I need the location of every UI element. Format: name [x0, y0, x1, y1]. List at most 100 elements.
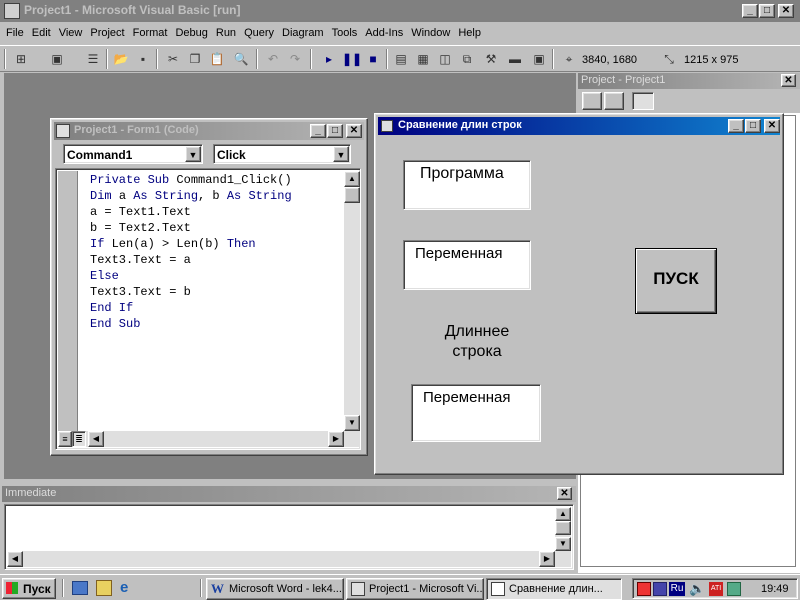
full-module-view-icon[interactable]: ≣: [72, 431, 86, 447]
scroll-left-icon[interactable]: ◀: [88, 431, 104, 447]
cut-icon[interactable]: ✂: [164, 50, 182, 68]
project-panel-title: Project - Project1: [581, 74, 666, 86]
view-code-icon[interactable]: [582, 92, 602, 110]
toolbox-icon[interactable]: ⚒: [482, 50, 500, 68]
scroll-right-icon[interactable]: ▶: [539, 551, 555, 567]
windows-logo-icon: [6, 582, 18, 594]
immediate-vscroll[interactable]: ▲ ▼: [555, 507, 571, 551]
find-icon[interactable]: 🔍: [232, 50, 250, 68]
menu-help[interactable]: Help: [454, 24, 485, 42]
text2-box[interactable]: Переменная: [403, 240, 531, 290]
scroll-up-icon[interactable]: ▲: [555, 507, 571, 521]
taskbar-item-label: Project1 - Microsoft Vi...: [369, 583, 484, 595]
quicklaunch-separator: [200, 579, 202, 597]
object-browser-icon[interactable]: ⧉: [458, 50, 476, 68]
form-minimize-button[interactable]: _: [728, 119, 744, 133]
proc-combo[interactable]: Click ▼: [213, 144, 351, 164]
menu-diagram[interactable]: Diagram: [278, 24, 328, 42]
immediate-hscroll[interactable]: ◀ ▶: [7, 551, 571, 567]
scroll-down-icon[interactable]: ▼: [344, 415, 360, 431]
form-layout-icon[interactable]: ◫: [436, 50, 454, 68]
data-view-icon[interactable]: ▬: [506, 50, 524, 68]
code-close-button[interactable]: ✕: [346, 124, 362, 138]
toggle-folders-icon[interactable]: [632, 92, 654, 110]
maximize-button[interactable]: □: [759, 4, 775, 18]
code-line: Else: [90, 269, 119, 283]
scroll-right-icon[interactable]: ▶: [328, 431, 344, 447]
form-close-button[interactable]: ✕: [764, 119, 780, 133]
chevron-down-icon[interactable]: ▼: [333, 146, 349, 162]
run-button[interactable]: ПУСК: [635, 248, 717, 314]
scroll-up-icon[interactable]: ▲: [344, 171, 360, 187]
code-text[interactable]: Private Sub Command1_Click() Dim a As St…: [90, 172, 344, 332]
start-button[interactable]: Пуск: [2, 578, 56, 599]
taskbar-item-vb[interactable]: Project1 - Microsoft Vi...: [346, 578, 484, 600]
code-line: Dim a As String, b As String: [90, 189, 292, 203]
project-panel-close-button[interactable]: ✕: [781, 74, 796, 87]
position-icon: ⌖: [565, 52, 573, 66]
object-combo[interactable]: Command1 ▼: [63, 144, 203, 164]
scroll-thumb[interactable]: [344, 187, 360, 203]
open-icon[interactable]: 📂: [112, 50, 130, 68]
project-explorer-icon[interactable]: ▤: [392, 50, 410, 68]
project-panel-title-bar: Project - Project1 ✕: [578, 73, 800, 89]
menu-add-ins[interactable]: Add-Ins: [361, 24, 407, 42]
break-icon[interactable]: ❚❚: [342, 50, 362, 68]
outlook-express-icon[interactable]: [96, 580, 112, 596]
immediate-text-area[interactable]: ▲ ▼ ◀ ▶: [4, 504, 574, 570]
copy-icon[interactable]: ❐: [186, 50, 204, 68]
menu-editor-icon[interactable]: ☰: [84, 50, 102, 68]
end-icon[interactable]: ■: [364, 50, 382, 68]
undo-icon[interactable]: ↶: [264, 50, 282, 68]
volume-icon[interactable]: 🔈: [689, 581, 705, 597]
chevron-down-icon[interactable]: ▼: [185, 146, 201, 162]
menu-edit[interactable]: Edit: [28, 24, 55, 42]
menu-debug[interactable]: Debug: [171, 24, 211, 42]
menu-run[interactable]: Run: [212, 24, 240, 42]
redo-icon[interactable]: ↷: [286, 50, 304, 68]
internet-explorer-icon[interactable]: e: [120, 580, 136, 596]
minimize-button[interactable]: _: [742, 4, 758, 18]
properties-window-icon[interactable]: ▦: [414, 50, 432, 68]
procedure-view-icon[interactable]: ≡: [58, 431, 72, 447]
view-object-icon[interactable]: [604, 92, 624, 110]
taskbar-item-label: Сравнение длин...: [509, 583, 603, 595]
menu-format[interactable]: Format: [129, 24, 172, 42]
code-window-title-bar: Project1 - Form1 (Code) _ □ ✕: [54, 122, 364, 140]
scroll-down-icon[interactable]: ▼: [555, 537, 571, 551]
scroll-thumb[interactable]: [555, 521, 571, 535]
code-line: a = Text1.Text: [90, 205, 191, 219]
menu-window[interactable]: Window: [407, 24, 454, 42]
visual-component-icon[interactable]: ▣: [530, 50, 548, 68]
menu-project[interactable]: Project: [86, 24, 128, 42]
network-icon[interactable]: [727, 582, 741, 596]
text3-box[interactable]: Переменная: [411, 384, 541, 442]
close-button[interactable]: ✕: [778, 4, 794, 18]
code-minimize-button[interactable]: _: [310, 124, 326, 138]
word-icon: W: [211, 581, 224, 596]
language-indicator[interactable]: Ru: [669, 582, 685, 596]
desktop-icon[interactable]: [72, 581, 88, 595]
form-maximize-button[interactable]: □: [745, 119, 761, 133]
vertical-scrollbar[interactable]: ▲ ▼: [344, 171, 360, 431]
menu-query[interactable]: Query: [240, 24, 278, 42]
menu-file[interactable]: File: [2, 24, 28, 42]
paste-icon[interactable]: 📋: [208, 50, 226, 68]
code-editor[interactable]: Private Sub Command1_Click() Dim a As St…: [55, 168, 361, 450]
code-line: Text3.Text = a: [90, 253, 191, 267]
immediate-close-button[interactable]: ✕: [557, 487, 572, 500]
tray-app-icon[interactable]: [653, 582, 667, 596]
menu-tools[interactable]: Tools: [328, 24, 362, 42]
menu-view[interactable]: View: [55, 24, 87, 42]
tray-app-icon[interactable]: ATI: [709, 582, 723, 596]
add-project-icon[interactable]: ⊞: [12, 50, 30, 68]
code-maximize-button[interactable]: □: [327, 124, 343, 138]
save-icon[interactable]: ▪: [134, 50, 152, 68]
start-icon[interactable]: ▸: [320, 50, 338, 68]
taskbar-item-word[interactable]: W Microsoft Word - lek4...: [206, 578, 344, 600]
add-form-icon[interactable]: ▣: [48, 50, 66, 68]
scroll-left-icon[interactable]: ◀: [7, 551, 23, 567]
text1-box[interactable]: Программа: [403, 160, 531, 210]
tray-app-icon[interactable]: [637, 582, 651, 596]
taskbar-item-form[interactable]: Сравнение длин...: [486, 578, 622, 600]
